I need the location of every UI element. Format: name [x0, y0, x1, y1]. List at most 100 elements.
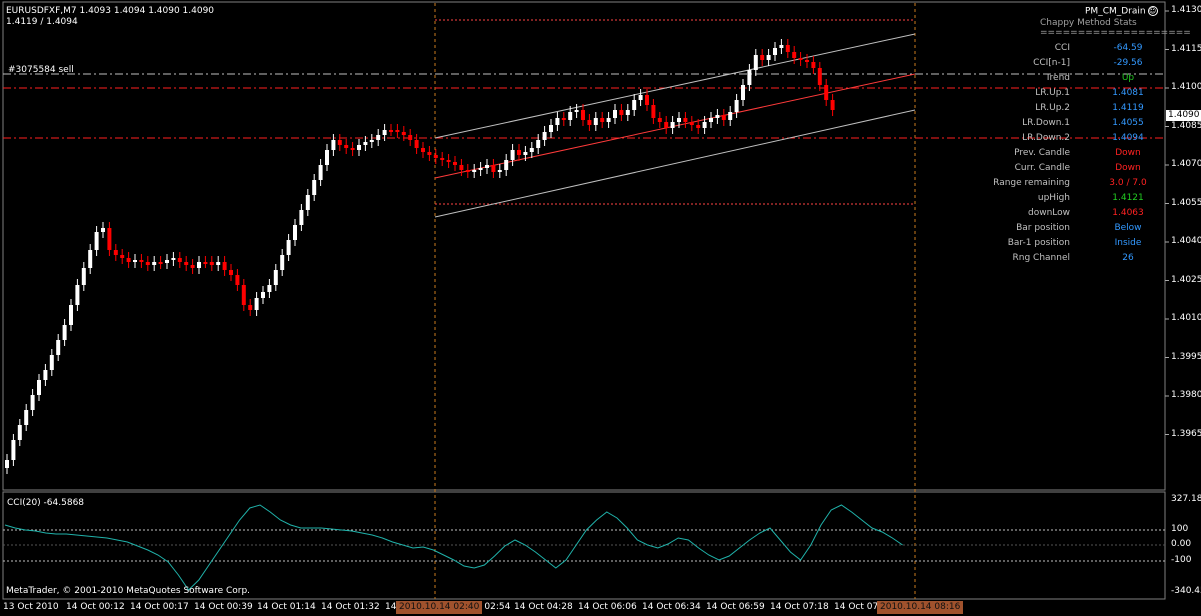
candle-body [273, 270, 278, 285]
stat-label: Trend [1045, 73, 1070, 83]
candle-body [728, 112, 733, 120]
candle-body [17, 425, 22, 440]
stat-label: Prev. Candle [1014, 148, 1070, 158]
candle-body [209, 262, 214, 265]
stats-separator: ==================== [1040, 28, 1191, 38]
candle-body [440, 158, 445, 160]
candle-body [529, 148, 534, 152]
price-tick-label: 1.3980 [1171, 390, 1201, 400]
candle-body [523, 152, 528, 155]
time-tick-label: 14 Oct 06:59 [706, 602, 765, 612]
candle-body [517, 150, 521, 155]
candle-body [382, 130, 387, 135]
cci-level-label: 0.00 [1171, 539, 1192, 549]
time-tick-label: t 02:54 [478, 602, 511, 612]
candle-body [677, 118, 681, 122]
candle-body [696, 125, 701, 128]
stat-value: Down [1115, 148, 1141, 158]
expert-name[interactable]: PM_CM_Drain ☺ [1085, 6, 1158, 18]
cci-title: CCI(20) -64.5868 [7, 498, 85, 508]
candle-body [632, 100, 637, 110]
expert-name-label: PM_CM_Drain [1085, 6, 1146, 17]
candle-body [587, 120, 592, 125]
candle-body [555, 118, 560, 125]
candle-body [69, 305, 73, 325]
candle-body [280, 255, 285, 270]
candle-body [657, 118, 662, 122]
candle-body [37, 380, 41, 395]
candle-body [101, 228, 105, 232]
price-tick-label: 1.4115 [1171, 43, 1201, 54]
candle-body [165, 260, 169, 263]
stat-label: Bar position [1016, 223, 1070, 233]
candle-body [702, 122, 707, 128]
candle-body [453, 162, 457, 165]
candle-body [369, 140, 374, 142]
candle-body [30, 395, 35, 410]
time-tick-label: 14 Oct 00:17 [130, 602, 189, 612]
candle-body [248, 305, 253, 310]
current-price-marker: 1.4090 [1166, 110, 1201, 121]
candle-body [741, 85, 745, 100]
candle-body [216, 262, 221, 265]
candle-body [43, 370, 48, 380]
candle-body [465, 170, 470, 172]
price-tick-label: 1.4010 [1171, 313, 1201, 323]
candle-body [638, 95, 643, 100]
stat-value: Down [1115, 163, 1141, 173]
candle-body [574, 110, 579, 112]
bid-ask-label: 1.4119 / 1.4094 [6, 17, 78, 27]
candle-body [485, 165, 489, 168]
stat-label: downLow [1027, 208, 1070, 218]
stat-value: 1.4055 [1112, 118, 1144, 128]
symbol-header: EURUSDFXF,M7 1.4093 1.4094 1.4090 1.4090 [6, 6, 215, 16]
candle-body [734, 100, 739, 112]
candle-body [293, 225, 297, 240]
cci-line [4, 504, 903, 591]
candle-body [305, 195, 310, 210]
candle-body [139, 260, 144, 262]
candle-body [49, 355, 54, 370]
candle-body [811, 62, 816, 68]
smiley-icon[interactable]: ☺ [1147, 6, 1158, 16]
candle-body [472, 170, 477, 172]
candle-body [197, 262, 201, 268]
candle-body [421, 148, 425, 152]
candle-body [504, 160, 509, 170]
candle-body [401, 132, 406, 135]
candle-body [318, 165, 323, 180]
candle-body [177, 258, 182, 262]
candle-body [670, 122, 675, 128]
stat-value: 1.4094 [1112, 133, 1144, 143]
stat-label: Range remaining [993, 178, 1070, 188]
candle-body [5, 460, 9, 468]
candle-body [331, 140, 336, 150]
time-tick-label: 14 Oct 06:34 [642, 602, 701, 612]
candle-body [158, 262, 163, 264]
candle-body [625, 110, 630, 115]
candle-body [709, 118, 713, 122]
stat-value: Up [1121, 73, 1135, 83]
candle-body [561, 118, 566, 120]
time-tick-label: 14 Oct 01:32 [321, 602, 380, 612]
candle-body [56, 340, 61, 355]
order-label[interactable]: #3075584 sell [8, 65, 74, 76]
candle-body [715, 115, 720, 118]
candle-body [88, 250, 93, 268]
price-tick-label: 1.4055 [1171, 197, 1201, 208]
candle-body [344, 145, 349, 148]
time-tick-label: 14 Oct 07 [834, 602, 879, 612]
cci-level-label: -340.453 [1171, 586, 1201, 596]
candle-body [254, 298, 259, 310]
time-tick-label: 14 Oct 01:14 [257, 602, 316, 612]
stat-label: LR.Down.2 [1022, 133, 1070, 143]
candle-body [376, 135, 381, 140]
candle-body [126, 258, 131, 262]
price-tick-label: 1.4130 [1171, 5, 1201, 15]
candlesticks [5, 39, 835, 474]
candle-body [433, 155, 438, 158]
price-chart[interactable] [0, 0, 1201, 616]
candle-body [747, 70, 752, 85]
candle-body [229, 270, 233, 275]
stat-value: 1.4081 [1112, 88, 1144, 98]
